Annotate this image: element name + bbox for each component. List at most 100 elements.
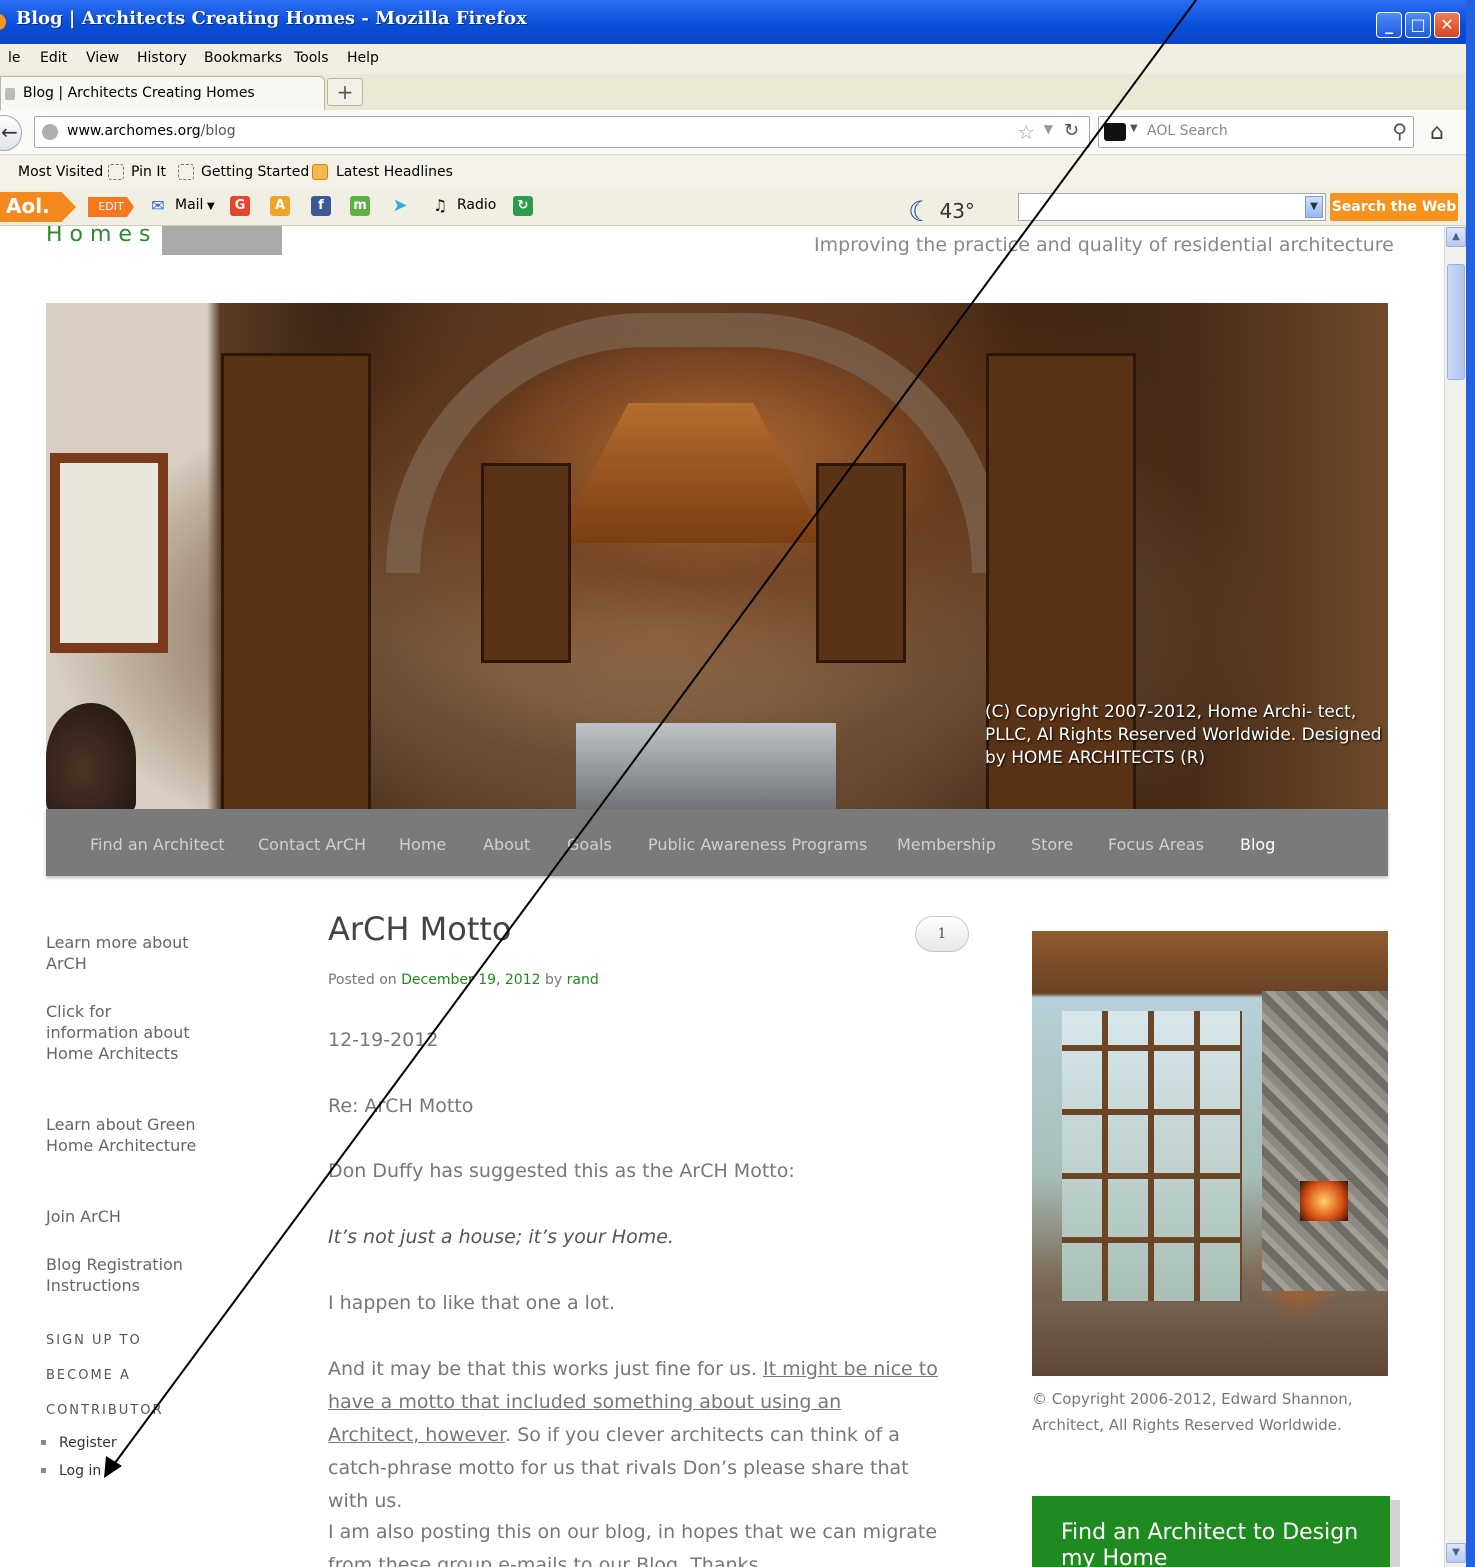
minimize-icon: _ xyxy=(1385,15,1393,34)
nav-membership[interactable]: Membership xyxy=(897,835,996,854)
nav-store[interactable]: Store xyxy=(1031,835,1073,854)
menu-bookmarks[interactable]: Bookmarks xyxy=(204,50,282,66)
window-border xyxy=(1466,0,1475,1567)
aol-toolbar: Aol. EDIT ✉ Mail ▼ G A f m ➤ ♫ Radio ↻ ☾… xyxy=(0,189,1475,228)
post-paragraph: I happen to like that one a lot. xyxy=(328,1292,616,1314)
menu-tools[interactable]: Tools xyxy=(294,50,329,66)
bookmark-most-visited[interactable]: Most Visited xyxy=(18,164,103,180)
url-dropdown-icon[interactable]: ▼ xyxy=(1044,122,1053,136)
back-button[interactable]: ← xyxy=(0,115,22,151)
post-paragraph: Don Duffy has suggested this as the ArCH… xyxy=(328,1160,795,1182)
aol-logo[interactable]: Aol. xyxy=(0,192,76,222)
post-date-link[interactable]: December 19, 2012 xyxy=(401,972,540,988)
post-author-link[interactable]: rand xyxy=(567,972,599,988)
tab-strip: Blog | Architects Creating Homes + xyxy=(0,74,1475,110)
photo-stone-chimney xyxy=(1262,991,1388,1291)
rss-icon xyxy=(312,164,328,180)
minimize-button[interactable]: _ xyxy=(1376,12,1402,38)
aol-radio-button[interactable]: Radio xyxy=(457,197,496,213)
nav-contact-arch[interactable]: Contact ArCH xyxy=(258,835,366,854)
nav-find-architect[interactable]: Find an Architect xyxy=(90,835,225,854)
menu-view[interactable]: View xyxy=(86,50,119,66)
weather-widget[interactable]: ☾ 43° xyxy=(908,192,975,228)
post-title[interactable]: ArCH Motto xyxy=(328,910,511,948)
menu-help[interactable]: Help xyxy=(347,50,379,66)
menu-edit[interactable]: Edit xyxy=(40,50,67,66)
bookmark-folder-icon xyxy=(178,164,194,180)
home-icon[interactable]: ⌂ xyxy=(1430,120,1444,145)
star-icon[interactable]: ☆ xyxy=(1017,120,1035,144)
register-link[interactable]: Register xyxy=(59,1435,117,1451)
sidebar-signup-heading-1: SIGN UP TO xyxy=(46,1333,142,1348)
post-motto: It’s not just a house; it’s your Home. xyxy=(328,1226,674,1248)
url-bar[interactable]: www.archomes.org/blog ☆ ▼ ↻ xyxy=(34,116,1090,148)
nav-goals[interactable]: Goals xyxy=(567,835,612,854)
nav-public-awareness[interactable]: Public Awareness Programs xyxy=(648,835,867,854)
headphones-icon: ♫ xyxy=(432,196,448,215)
twitter-icon[interactable]: ➤ xyxy=(390,196,410,216)
sidebar-learn-more[interactable]: Learn more about ArCH xyxy=(46,932,206,974)
close-button[interactable]: ✕ xyxy=(1434,12,1460,38)
window-titlebar: Blog | Architects Creating Homes - Mozil… xyxy=(0,0,1475,44)
moon-icon: ☾ xyxy=(908,195,934,228)
maximize-button[interactable]: □ xyxy=(1405,12,1431,38)
new-tab-button[interactable]: + xyxy=(327,78,363,106)
reload-icon[interactable]: ↻ xyxy=(1064,120,1079,141)
comment-count-bubble[interactable]: 1 xyxy=(915,916,969,952)
engine-dropdown-icon[interactable]: ▼ xyxy=(1130,123,1138,134)
aol-mail-button[interactable]: Mail xyxy=(175,197,203,213)
aol-engine-icon[interactable] xyxy=(1104,123,1126,141)
nav-blog[interactable]: Blog xyxy=(1240,835,1275,854)
living-room-photo xyxy=(1032,931,1388,1376)
list-bullet xyxy=(41,1440,46,1445)
login-link[interactable]: Log in xyxy=(59,1463,101,1479)
nav-about[interactable]: About xyxy=(483,835,530,854)
close-icon: ✕ xyxy=(1440,15,1454,34)
menu-history[interactable]: History xyxy=(137,50,187,66)
site-logo[interactable]: Homes xyxy=(46,226,157,247)
aol-edit-button[interactable]: EDIT xyxy=(88,197,134,217)
chevron-down-icon[interactable]: ▼ xyxy=(1305,196,1323,218)
scroll-up-arrow-icon[interactable]: ▲ xyxy=(1446,227,1466,247)
photo-fireplace xyxy=(1300,1181,1348,1221)
bookmark-pin-it[interactable]: Pin It xyxy=(131,164,166,180)
url-host: www.archomes.org xyxy=(67,123,201,139)
sidebar-home-architects[interactable]: Click for information about Home Archite… xyxy=(46,1001,206,1064)
aol-games-icon[interactable]: G xyxy=(230,196,250,216)
mail-dropdown-icon[interactable]: ▼ xyxy=(207,201,215,212)
page-viewport: Homes Improving the practice and quality… xyxy=(0,226,1444,1567)
bookmark-latest-headlines[interactable]: Latest Headlines xyxy=(336,164,453,180)
nav-focus-areas[interactable]: Focus Areas xyxy=(1108,835,1204,854)
nav-home[interactable]: Home xyxy=(399,835,446,854)
scroll-thumb[interactable] xyxy=(1447,264,1465,380)
sidebar-green-home[interactable]: Learn about Green Home Architecture xyxy=(46,1114,206,1156)
aol-refresh-icon[interactable]: ↻ xyxy=(513,196,533,216)
photo-windows xyxy=(1062,1011,1242,1301)
tab-label: Blog | Architects Creating Homes xyxy=(23,85,255,101)
post-paragraph: I am also posting this on our blog, in h… xyxy=(328,1521,938,1567)
search-the-web-button[interactable]: Search the Web xyxy=(1330,193,1458,221)
scroll-down-arrow-icon[interactable]: ▼ xyxy=(1446,1543,1466,1563)
magnifier-icon[interactable]: ⚲ xyxy=(1392,119,1407,143)
sidebar-blog-registration[interactable]: Blog Registration Instructions xyxy=(46,1254,206,1296)
aol-chat-icon[interactable]: m xyxy=(350,196,370,216)
by-label: by xyxy=(545,972,563,988)
bookmark-getting-started[interactable]: Getting Started xyxy=(201,164,309,180)
posted-on-label: Posted on xyxy=(328,972,397,988)
tab-blog[interactable]: Blog | Architects Creating Homes xyxy=(0,76,325,110)
aol-instant-messenger-icon[interactable]: A xyxy=(270,196,290,216)
vertical-scrollbar[interactable]: ▲ ▼ xyxy=(1444,226,1467,1567)
menu-file[interactable]: le xyxy=(8,50,21,66)
find-architect-cta[interactable]: Find an Architect to Design my Home xyxy=(1032,1496,1390,1567)
bookmarks-toolbar: Most Visited Pin It Getting Started Late… xyxy=(0,155,1475,189)
facebook-icon[interactable]: f xyxy=(311,196,331,216)
post-text: And it may be that this works just fine … xyxy=(328,1358,757,1380)
url-text: www.archomes.org/blog xyxy=(67,123,236,139)
list-bullet xyxy=(41,1468,46,1473)
window-title: Blog | Architects Creating Homes - Mozil… xyxy=(16,8,527,29)
aol-search-input[interactable]: ▼ xyxy=(1018,193,1326,221)
mail-icon: ✉ xyxy=(151,196,165,215)
sidebar-join-arch[interactable]: Join ArCH xyxy=(46,1206,206,1227)
search-box[interactable]: ▼ AOL Search ⚲ xyxy=(1098,116,1414,148)
hero-copyright: (C) Copyright 2007-2012, Home Archi- tec… xyxy=(985,702,1382,768)
